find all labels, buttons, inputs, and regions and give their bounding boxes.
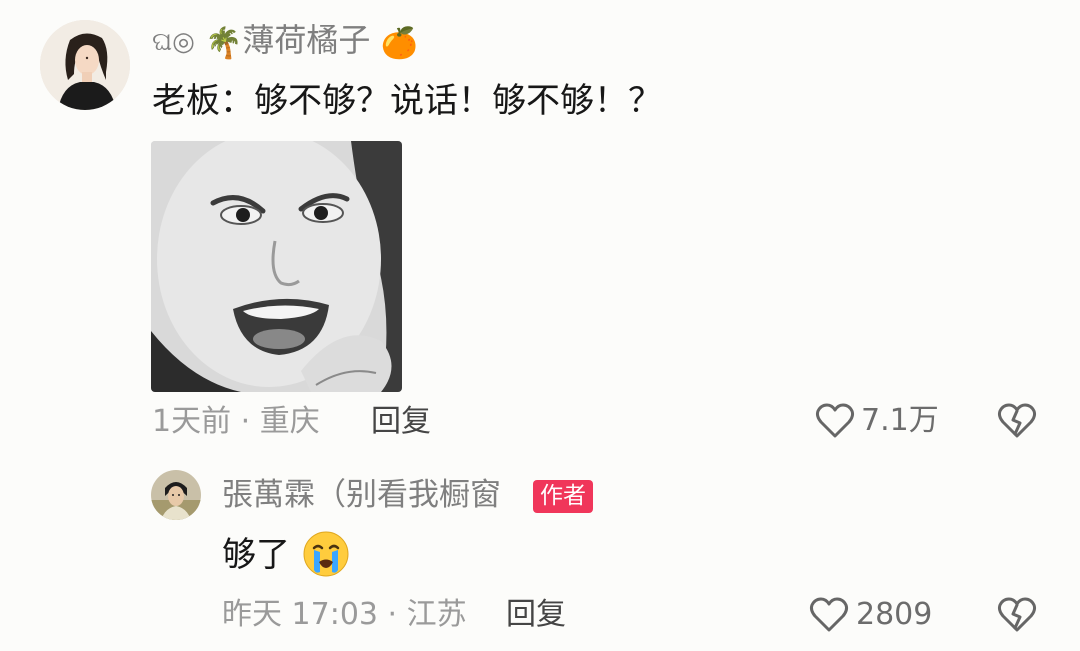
crying-face-icon bbox=[302, 530, 350, 582]
reply-dislike-button[interactable] bbox=[996, 596, 1038, 638]
broken-heart-icon bbox=[997, 597, 1037, 632]
reply-text-value: 够了 bbox=[222, 535, 290, 575]
reply-text: 够了 bbox=[222, 538, 290, 572]
reply-item: 張萬霖（别看我橱窗 作者 够了 昨天 17:03 · 江苏 回复 2809 bbox=[0, 460, 1080, 651]
comment-item: ଘ◎ 🌴薄荷橘子 🍊 老板：够不够？说话！够不够！？ 1天前 · 重庆 回复 7… bbox=[0, 0, 1080, 460]
heart-icon bbox=[809, 597, 849, 632]
comment-dislike-button[interactable] bbox=[996, 402, 1038, 444]
comment-text: 老板：够不够？说话！够不够！？ bbox=[152, 81, 662, 121]
comment-meta: 1天前 · 重庆 bbox=[152, 404, 320, 439]
comment-like-button[interactable]: 7.1万 bbox=[815, 402, 939, 440]
meme-sticker-image bbox=[151, 141, 402, 392]
author-badge: 作者 bbox=[533, 480, 593, 513]
reply-avatar[interactable] bbox=[151, 470, 201, 520]
comment-username[interactable]: ଘ◎ 🌴薄荷橘子 🍊 bbox=[152, 24, 418, 59]
avatar[interactable] bbox=[40, 20, 130, 110]
username-prefix: ଘ◎ bbox=[152, 27, 195, 57]
reply-username[interactable]: 張萬霖（别看我橱窗 bbox=[222, 480, 501, 511]
meme-sticker[interactable] bbox=[151, 141, 402, 392]
comment-username-text: 薄荷橘子 bbox=[242, 21, 371, 59]
reply-reply-button[interactable]: 回复 bbox=[506, 600, 566, 630]
reply-like-count: 2809 bbox=[856, 597, 933, 632]
broken-heart-icon bbox=[997, 403, 1037, 438]
reply-meta: 昨天 17:03 · 江苏 bbox=[222, 597, 467, 632]
tangerine-icon: 🍊 bbox=[380, 26, 418, 61]
palm-tree-icon: 🌴 bbox=[205, 26, 243, 61]
reply-like-button[interactable]: 2809 bbox=[808, 596, 932, 634]
comment-like-count: 7.1万 bbox=[861, 403, 939, 438]
comment-reply-button[interactable]: 回复 bbox=[371, 407, 431, 437]
heart-icon bbox=[815, 403, 855, 438]
